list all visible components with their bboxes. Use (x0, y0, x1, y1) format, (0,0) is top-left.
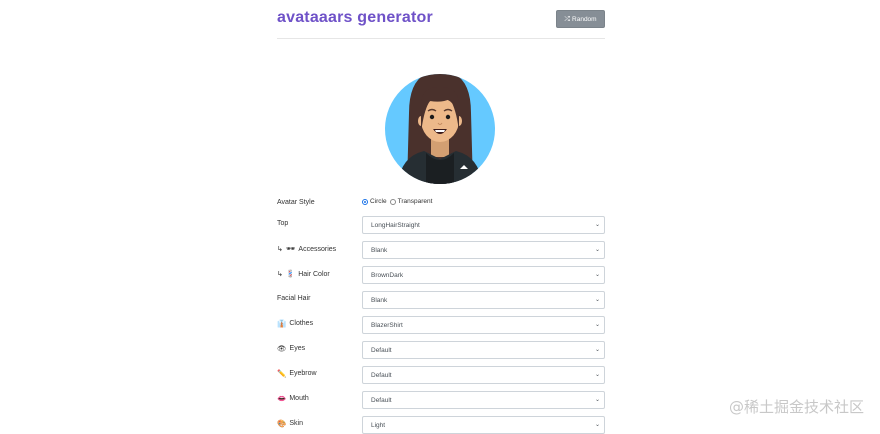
sub-arrow-icon: ↳ (277, 246, 283, 253)
clothes-select-value: BlazerShirt (371, 321, 403, 329)
eyes-label-text: Eyes (289, 345, 306, 353)
facial-hair-label-text: Facial Hair (277, 295, 311, 302)
circle-radio-label: Circle (370, 198, 387, 205)
mouth-select-value: Default (371, 396, 392, 404)
random-button[interactable]: ⤮ Random (556, 10, 605, 28)
shuffle-icon: ⤮ (564, 15, 571, 23)
eyebrow-label: ✏️ Eyebrow (277, 370, 317, 378)
chevron-down-icon: ⌄ (594, 372, 600, 378)
avatar-image (385, 74, 495, 184)
mouth-icon: 👄 (277, 394, 287, 403)
transparent-radio-label: Transparent (397, 198, 433, 205)
eyebrow-select-value: Default (371, 371, 392, 379)
avatar-style-options: Circle Transparent (362, 198, 435, 205)
accessories-row: ↳ 🕶 Accessories Blank ⌄ (277, 241, 605, 259)
eyebrow-row: ✏️ Eyebrow Default ⌄ (277, 366, 605, 384)
eyes-select[interactable]: Default ⌄ (362, 341, 605, 359)
clothes-label-text: Clothes (289, 320, 314, 328)
eyebrow-select[interactable]: Default ⌄ (362, 366, 605, 384)
sub-arrow-icon: ↳ (277, 271, 283, 278)
top-select[interactable]: LongHairStraight ⌄ (362, 216, 605, 234)
hair-color-icon: 💈 (285, 269, 296, 279)
chevron-down-icon: ⌄ (594, 347, 600, 353)
skin-label: 🎨 Skin (277, 420, 303, 428)
accessories-select[interactable]: Blank ⌄ (362, 241, 605, 259)
hair-color-label-text: Hair Color (298, 270, 330, 278)
skin-select[interactable]: Light ⌄ (362, 416, 605, 434)
mouth-label: 👄 Mouth (277, 395, 309, 403)
chevron-down-icon: ⌄ (594, 247, 600, 253)
mouth-select[interactable]: Default ⌄ (362, 391, 605, 409)
watermark: @稀土掘金技术社区 (728, 398, 864, 416)
eyes-icon: 👁 (277, 344, 287, 353)
eyes-select-value: Default (371, 346, 392, 354)
clothes-row: 👔 Clothes BlazerShirt ⌄ (277, 316, 605, 334)
mouth-row: 👄 Mouth Default ⌄ (277, 391, 605, 409)
eyes-label: 👁 Eyes (277, 345, 305, 353)
eyebrow-label-text: Eyebrow (289, 370, 317, 378)
clothes-label: 👔 Clothes (277, 320, 313, 328)
accessories-label-text: Accessories (298, 245, 337, 253)
accessories-label: ↳ 🕶 Accessories (277, 245, 336, 253)
avatar-style-label: Avatar Style (277, 199, 315, 206)
skin-label-text: Skin (289, 420, 303, 428)
clothes-select[interactable]: BlazerShirt ⌄ (362, 316, 605, 334)
facial-hair-select[interactable]: Blank ⌄ (362, 291, 605, 309)
top-select-value: LongHairStraight (371, 221, 420, 229)
hair-color-select[interactable]: BrownDark ⌄ (362, 266, 605, 284)
top-row: Top LongHairStraight ⌄ (277, 216, 605, 234)
header: avataaars generator ⤮ Random (277, 0, 605, 39)
avatar-style-row: Avatar Style Circle Transparent (277, 195, 605, 213)
avatar-preview (384, 73, 496, 185)
top-label-text: Top (277, 220, 289, 227)
top-label: Top (277, 220, 288, 227)
clothes-icon: 👔 (277, 319, 287, 328)
facial-hair-row: Facial Hair Blank ⌄ (277, 291, 605, 309)
chevron-down-icon: ⌄ (594, 222, 600, 228)
facial-hair-select-value: Blank (371, 296, 388, 304)
mouth-label-text: Mouth (289, 395, 309, 403)
facial-hair-label: Facial Hair (277, 295, 310, 302)
eyes-row: 👁 Eyes Default ⌄ (277, 341, 605, 359)
hair-color-row: ↳ 💈 Hair Color BrownDark ⌄ (277, 266, 605, 284)
skin-row: 🎨 Skin Light ⌄ (277, 416, 605, 434)
accessories-icon: 🕶 (285, 244, 296, 254)
random-button-label: Random (572, 15, 597, 23)
chevron-down-icon: ⌄ (594, 322, 600, 328)
skin-select-value: Light (371, 421, 386, 429)
skin-icon: 🎨 (277, 419, 287, 428)
circle-radio[interactable] (362, 198, 368, 205)
hair-color-label: ↳ 💈 Hair Color (277, 270, 330, 278)
eyebrow-icon: ✏️ (277, 369, 287, 378)
main-container: avataaars generator ⤮ Random Avatar Styl… (277, 0, 605, 434)
chevron-down-icon: ⌄ (594, 272, 600, 278)
page-title: avataaars generator (277, 9, 433, 26)
hair-color-select-value: BrownDark (371, 271, 404, 279)
accessories-select-value: Blank (371, 246, 388, 254)
chevron-down-icon: ⌄ (594, 397, 600, 403)
chevron-down-icon: ⌄ (594, 297, 600, 303)
chevron-down-icon: ⌄ (594, 422, 600, 428)
transparent-radio[interactable] (389, 198, 396, 205)
